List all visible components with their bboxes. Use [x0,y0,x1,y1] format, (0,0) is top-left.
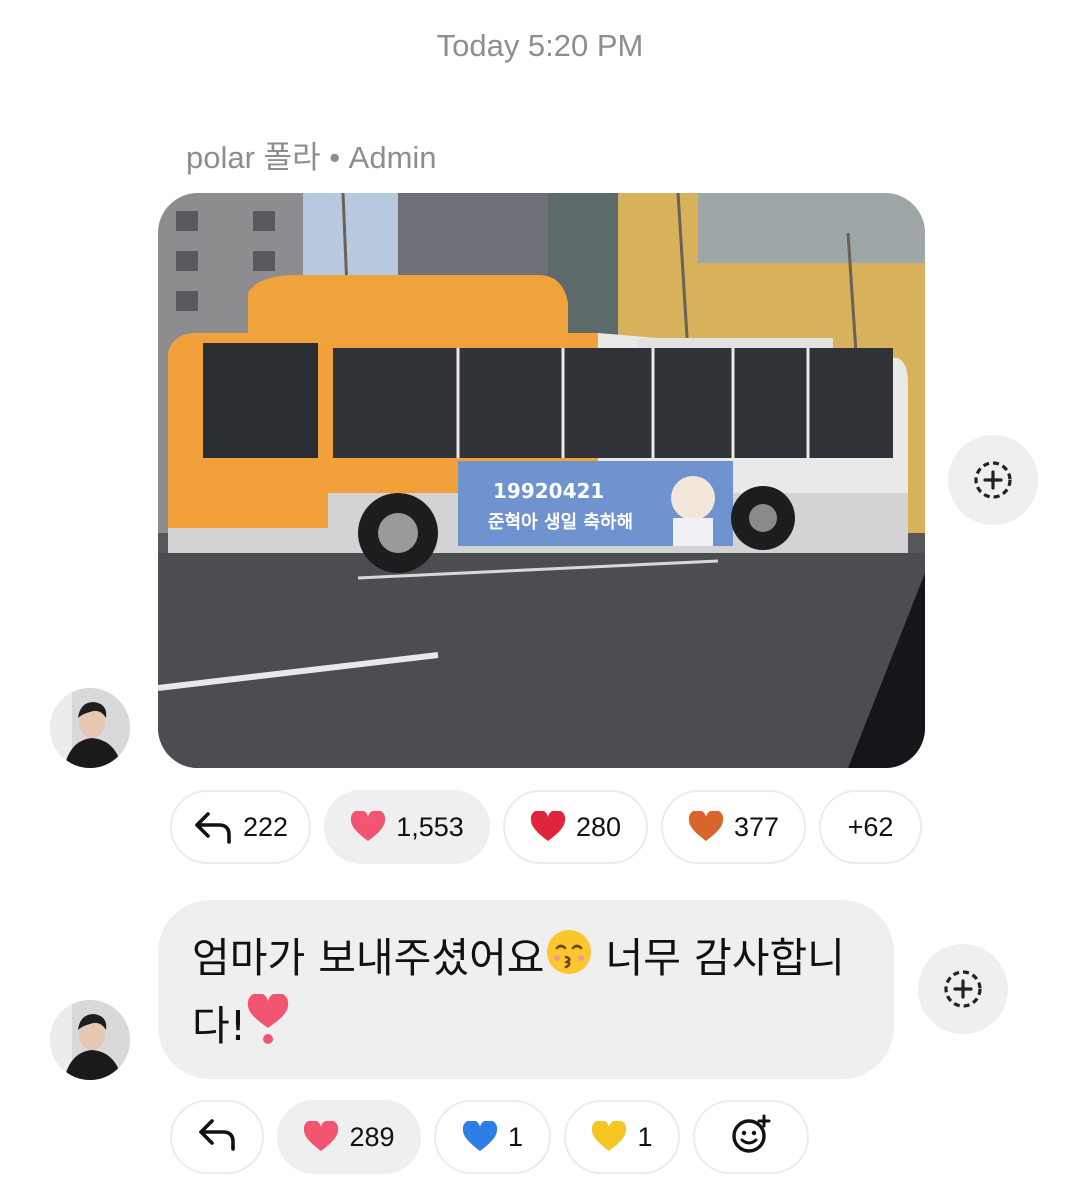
message-text-line1: 엄마가 보내주셨어요 [192,934,545,982]
react-button[interactable] [948,435,1038,525]
reaction-count: 1,553 [396,811,464,842]
sender-name: polar 폴라 • Admin [186,140,437,175]
more-reactions-button[interactable]: +62 [819,790,922,864]
red-heart-icon [530,811,566,843]
message-text-line1b: 너무 감사합니 [592,934,845,982]
reaction-count: 289 [349,1121,395,1152]
reaction-count: 1 [637,1121,653,1152]
pink-heart-icon [350,811,386,843]
shared-photo[interactable]: 19920421 준혁아 생일 축하해 [158,193,925,768]
reply-count-button[interactable]: 222 [170,790,311,864]
reactions-row-2: 289 1 1 [170,1100,822,1174]
avatar[interactable] [50,1000,130,1080]
kissing-face-icon [545,928,593,994]
yellow-heart-icon [591,1121,627,1153]
reaction-pink-heart[interactable]: 289 [277,1100,421,1174]
reaction-yellow-heart[interactable]: 1 [564,1100,680,1174]
reaction-orange-heart[interactable]: 377 [661,790,806,864]
more-reactions-count: +62 [847,811,894,842]
orange-heart-icon [688,811,724,843]
reply-button[interactable] [170,1100,264,1174]
blue-heart-icon [462,1121,498,1153]
reaction-count: 1 [507,1121,524,1152]
add-reaction-dashed-icon [974,461,1012,499]
pink-heart-icon [303,1121,339,1153]
add-reaction-dashed-icon [944,970,982,1008]
reply-icon [193,810,233,844]
add-reaction-button[interactable] [693,1100,809,1174]
reply-count: 222 [242,811,289,842]
message-text-line2: 다! [192,1002,247,1050]
avatar[interactable] [50,688,130,768]
reaction-count: 377 [733,811,780,842]
heart-exclamation-icon [246,992,290,1064]
add-reaction-icon [730,1113,772,1162]
reaction-pink-heart[interactable]: 1,553 [324,790,490,864]
reply-icon [197,1117,237,1158]
reactions-row-1: 222 1,553 280 377 +62 [170,790,935,864]
message-bubble[interactable]: 엄마가 보내주셨어요 너무 감사합니다! [158,900,894,1079]
reaction-red-heart[interactable]: 280 [503,790,648,864]
ad-date-text: 19920421 [493,479,604,503]
timestamp: Today 5:20 PM [436,28,644,63]
reaction-count: 280 [575,811,622,842]
react-button[interactable] [918,944,1008,1034]
reaction-blue-heart[interactable]: 1 [434,1100,551,1174]
ad-message-text: 준혁아 생일 축하해 [488,511,633,533]
